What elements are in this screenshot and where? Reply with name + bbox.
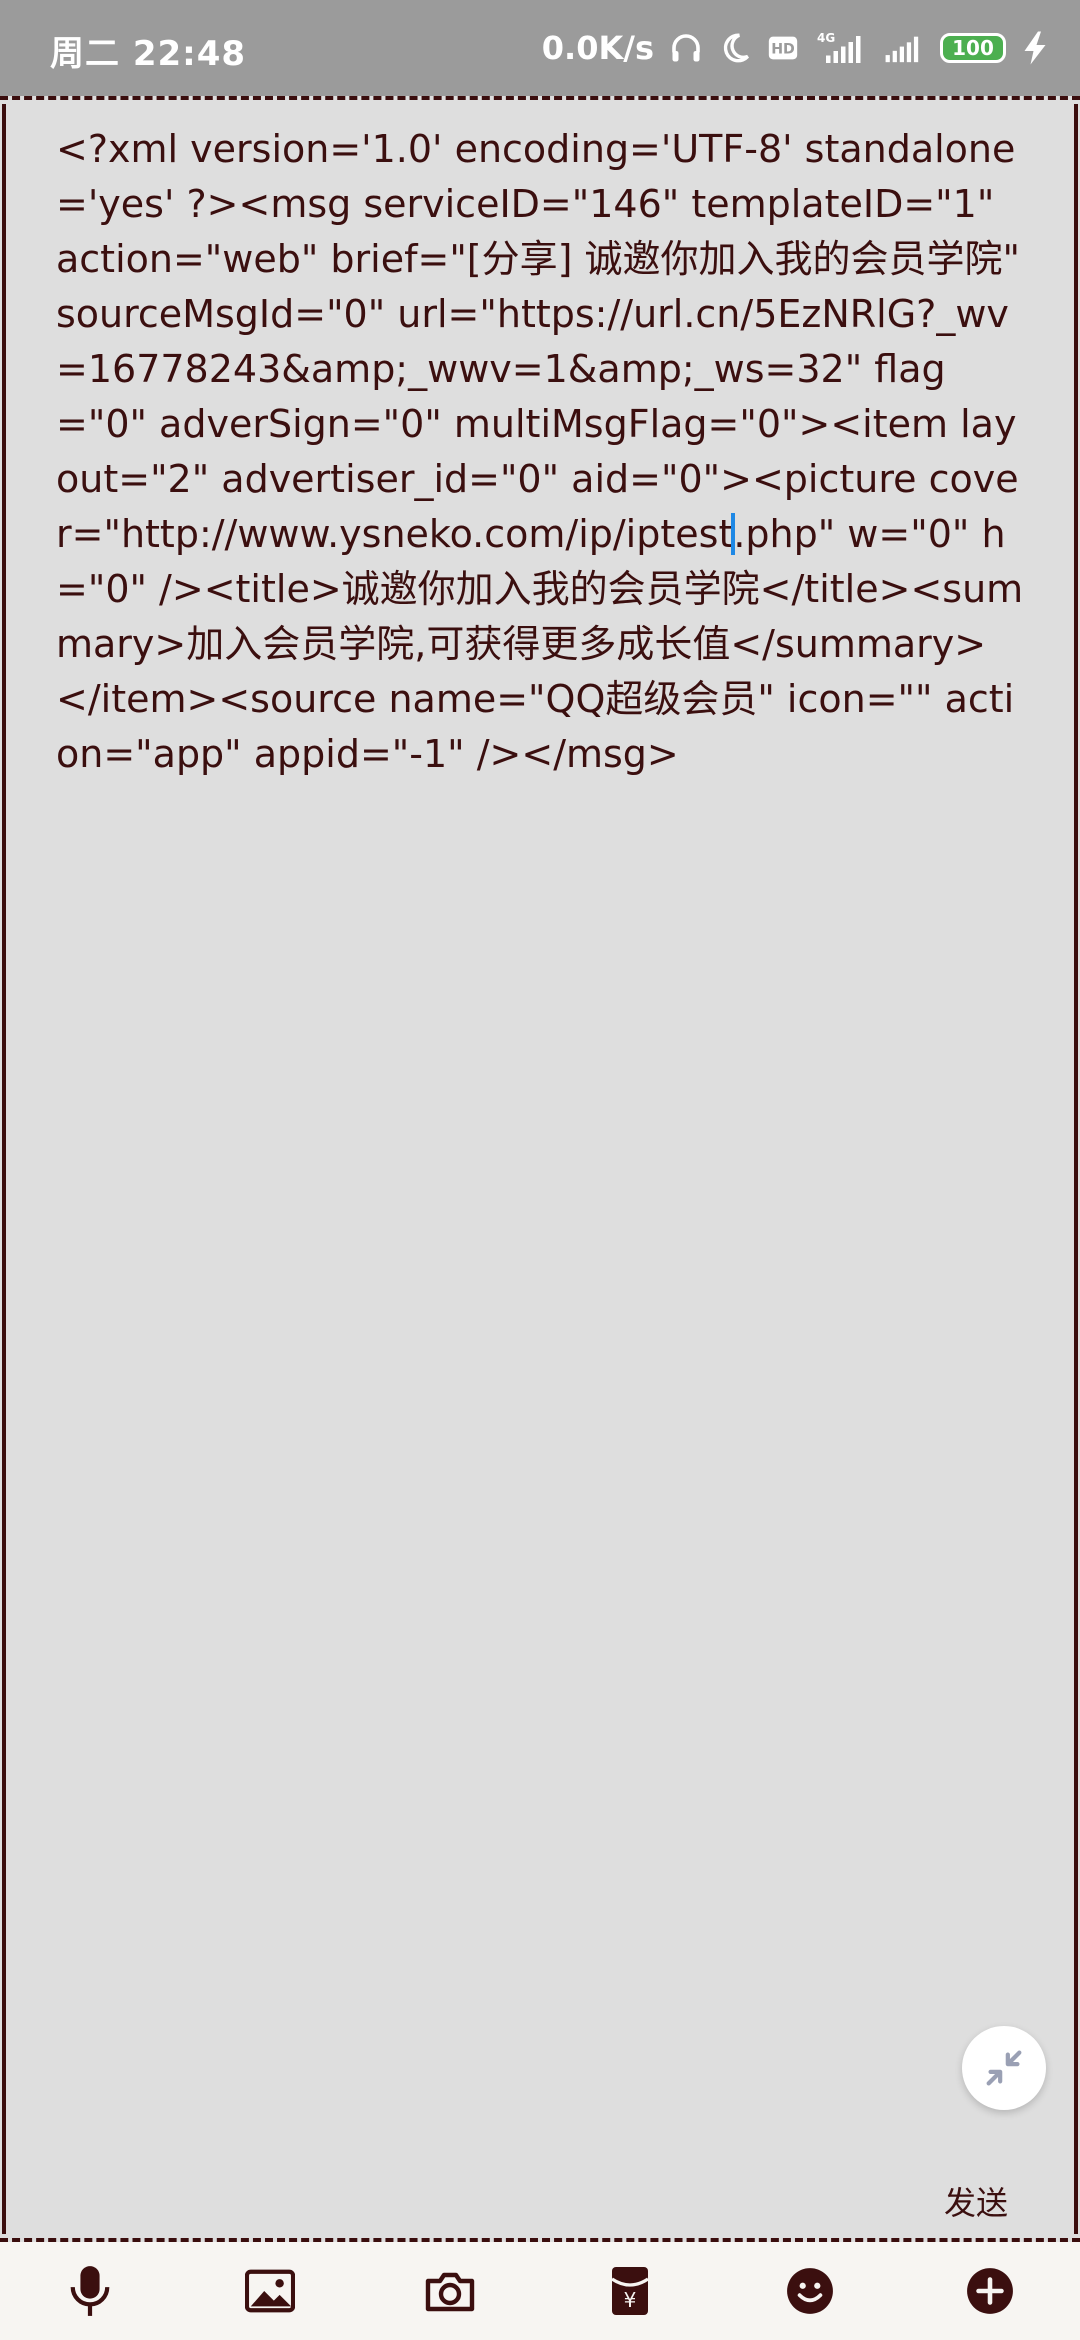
more-button[interactable] [945, 2246, 1035, 2336]
headphones-icon [668, 30, 704, 66]
message-editor[interactable]: <?xml version='1.0' encoding='UTF-8' sta… [0, 96, 1080, 2242]
hd-icon: HD [766, 31, 800, 65]
collapse-icon [981, 2045, 1027, 2091]
moon-icon [718, 31, 752, 65]
image-button[interactable] [225, 2246, 315, 2336]
svg-text:¥: ¥ [624, 2288, 637, 2312]
red-packet-button[interactable]: ¥ [585, 2246, 675, 2336]
signal-icon [882, 31, 926, 65]
charging-icon [1020, 30, 1050, 66]
svg-text:4G: 4G [817, 31, 835, 45]
message-text-before-cursor: <?xml version='1.0' encoding='UTF-8' sta… [56, 127, 1033, 556]
status-bar: 周二 22:48 0.0K/s HD 4G 100 [0, 0, 1080, 96]
microphone-icon [67, 2263, 113, 2319]
image-icon [245, 2269, 295, 2313]
collapse-button[interactable] [962, 2026, 1046, 2110]
camera-button[interactable] [405, 2246, 495, 2336]
svg-text:HD: HD [771, 42, 795, 58]
emoji-icon [785, 2266, 835, 2316]
send-button[interactable]: 发送 [944, 2178, 1008, 2224]
message-input[interactable]: <?xml version='1.0' encoding='UTF-8' sta… [56, 122, 1024, 782]
red-packet-icon: ¥ [609, 2265, 651, 2317]
signal-4g-icon: 4G [814, 30, 868, 66]
plus-icon [965, 2266, 1015, 2316]
emoji-button[interactable] [765, 2246, 855, 2336]
network-speed: 0.0K/s [541, 29, 654, 67]
voice-button[interactable] [45, 2246, 135, 2336]
camera-icon [424, 2269, 476, 2313]
battery-icon: 100 [940, 33, 1006, 63]
input-toolbar: ¥ [0, 2242, 1080, 2340]
status-time: 周二 22:48 [50, 34, 247, 74]
status-icons: 0.0K/s HD 4G 100 [542, 24, 1050, 72]
